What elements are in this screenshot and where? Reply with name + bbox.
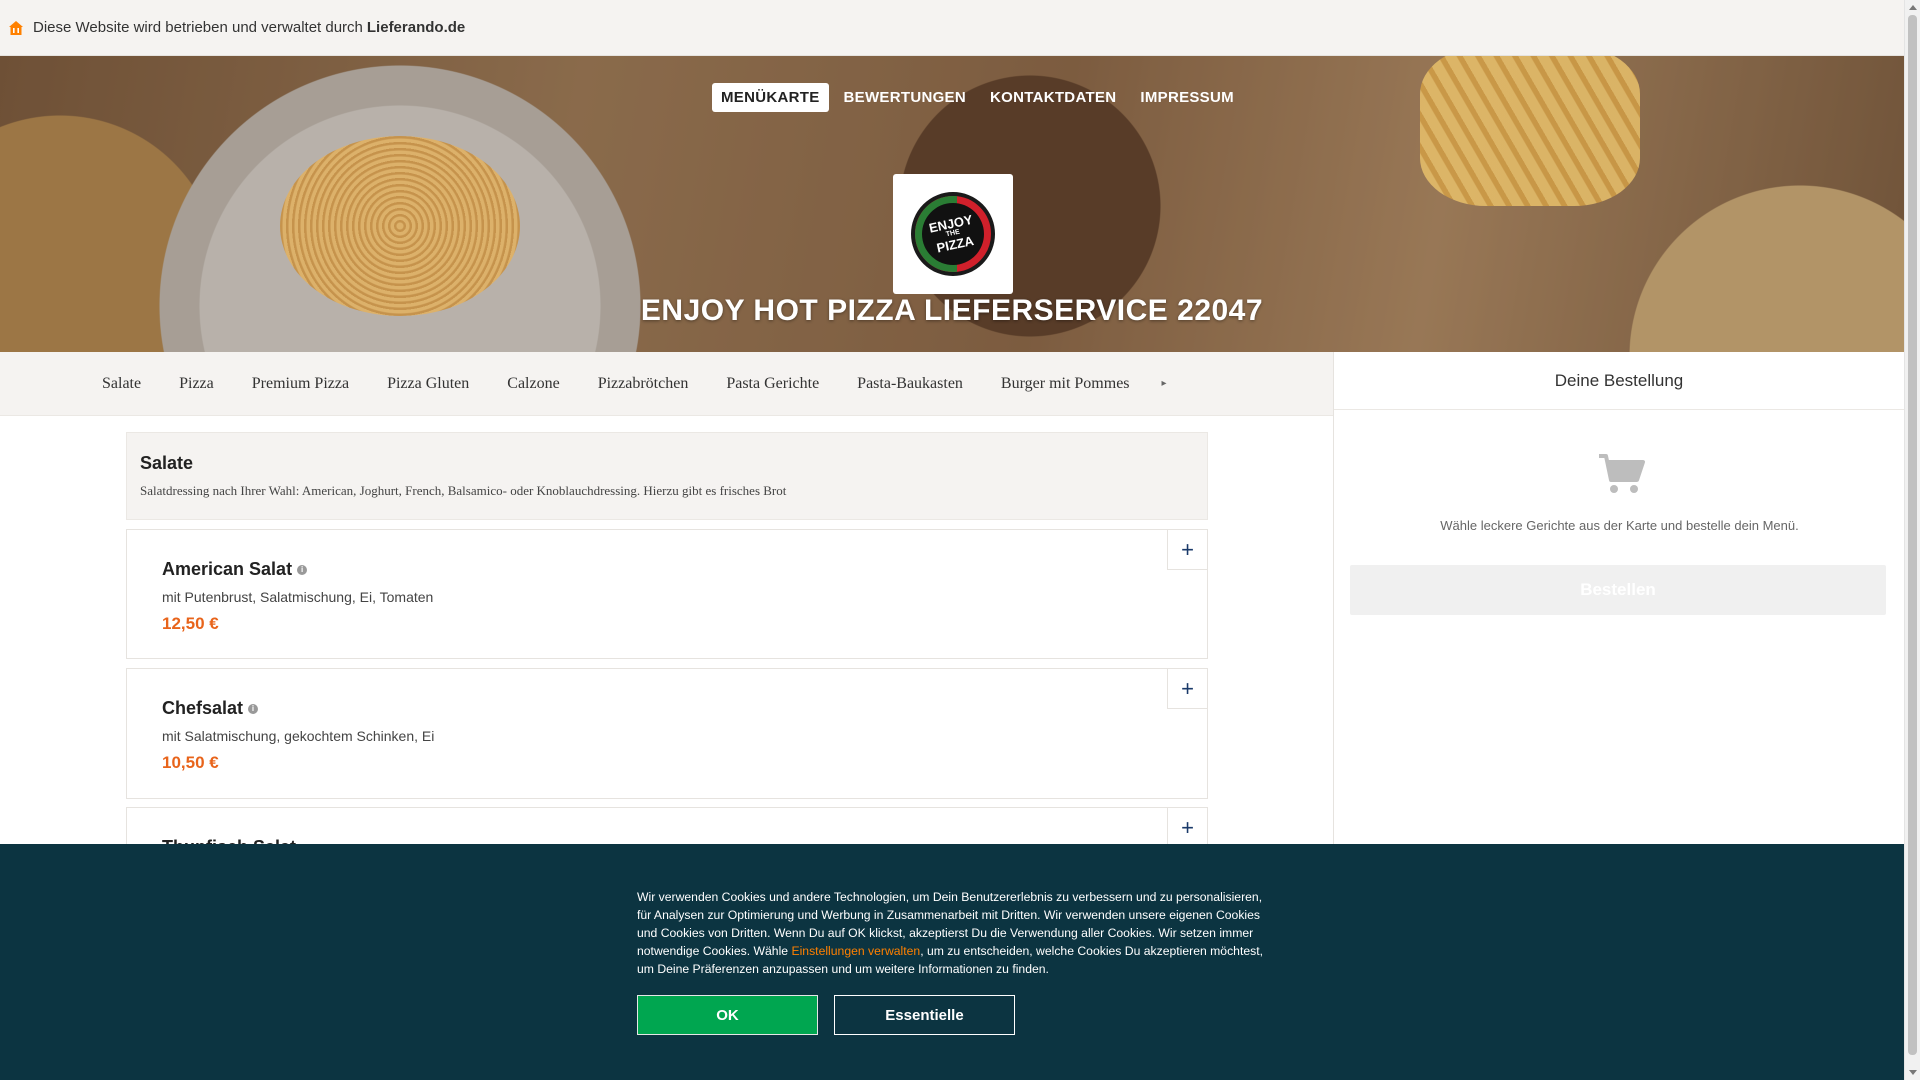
section-description: Salatdressing nach Ihrer Wahl: American,…: [140, 483, 787, 498]
more-categories-icon[interactable]: ▸: [1162, 378, 1167, 389]
main-navigation: MENÜKARTE BEWERTUNGEN KONTAKTDATEN IMPRE…: [712, 83, 1249, 112]
notice-text: Diese Website wird betrieben und verwalt…: [33, 19, 363, 36]
essential-cookies-button[interactable]: Essentielle: [834, 995, 1015, 1035]
nav-kontaktdaten[interactable]: KONTAKTDATEN: [981, 83, 1125, 112]
dish-card[interactable]: American Salat i mit Putenbrust, Salatmi…: [126, 529, 1208, 659]
nav-bewertungen[interactable]: BEWERTUNGEN: [835, 83, 975, 112]
category-pizzabroetchen[interactable]: Pizzabrötchen: [598, 375, 689, 393]
category-calzone[interactable]: Calzone: [507, 375, 559, 393]
dish-card[interactable]: Chefsalat i mit Salatmischung, gekochtem…: [126, 668, 1208, 799]
category-navigation: Salate Pizza Premium Pizza Pizza Gluten …: [0, 352, 1333, 416]
manage-settings-link[interactable]: Einstellungen verwalten: [791, 944, 920, 958]
operator-notice-bar: Diese Website wird betrieben und verwalt…: [0, 0, 1904, 56]
order-empty-message: Wähle leckere Gerichte aus der Karte und…: [1440, 518, 1799, 533]
category-pasta-gerichte[interactable]: Pasta Gerichte: [726, 375, 819, 393]
nav-impressum[interactable]: IMPRESSUM: [1131, 83, 1243, 112]
dish-price: 10,50 €: [162, 753, 219, 772]
order-title: Deine Bestellung: [1334, 352, 1904, 410]
category-premium-pizza[interactable]: Premium Pizza: [252, 375, 349, 393]
scroll-down-icon[interactable]: [1909, 1070, 1917, 1075]
hero-food-image: [1420, 56, 1640, 206]
dish-description: mit Putenbrust, Salatmischung, Ei, Tomat…: [162, 589, 434, 605]
cookie-consent-banner: Wir verwenden Cookies und andere Technol…: [0, 844, 1904, 1080]
info-icon[interactable]: i: [297, 564, 308, 575]
dish-name: American Salat: [162, 559, 293, 579]
scroll-thumb[interactable]: [1908, 15, 1917, 1055]
dish-price: 12,50 €: [162, 614, 219, 633]
checkout-button[interactable]: Bestellen: [1350, 565, 1886, 615]
logo-text-bottom: PIZZA: [935, 232, 976, 256]
category-pizza-gluten[interactable]: Pizza Gluten: [387, 375, 469, 393]
add-to-cart-button[interactable]: +: [1167, 808, 1207, 848]
cookie-consent-text: Wir verwenden Cookies und andere Technol…: [637, 888, 1267, 978]
dish-description: mit Salatmischung, gekochtem Schinken, E…: [162, 728, 435, 744]
restaurant-name: ENJOY HOT PIZZA LIEFERSERVICE 22047: [640, 294, 1264, 327]
notice-brand-link[interactable]: Lieferando.de: [367, 19, 465, 36]
shopping-cart-icon: [1599, 454, 1645, 493]
dish-name: Chefsalat: [162, 698, 244, 718]
category-pizza[interactable]: Pizza: [179, 375, 214, 393]
hero-food-image: [280, 136, 520, 316]
menu-section-header: Salate Salatdressing nach Ihrer Wahl: Am…: [126, 432, 1208, 520]
scroll-up-icon[interactable]: [1909, 5, 1917, 10]
accept-cookies-button[interactable]: OK: [637, 995, 818, 1035]
page-scrollbar[interactable]: [1904, 0, 1920, 1080]
category-burger-mit-pommes[interactable]: Burger mit Pommes: [1001, 375, 1130, 393]
restaurant-logo: ENJOY THE PIZZA: [893, 174, 1013, 294]
section-title: Salate: [140, 453, 194, 473]
add-to-cart-button[interactable]: +: [1167, 530, 1207, 570]
add-to-cart-button[interactable]: +: [1167, 669, 1207, 709]
lieferando-house-icon: [9, 20, 23, 35]
nav-menukarte[interactable]: MENÜKARTE: [712, 83, 829, 112]
info-icon[interactable]: i: [248, 703, 259, 714]
category-pasta-baukasten[interactable]: Pasta-Baukasten: [857, 375, 963, 393]
logo-emblem: ENJOY THE PIZZA: [911, 192, 995, 276]
hero-banner: MENÜKARTE BEWERTUNGEN KONTAKTDATEN IMPRE…: [0, 56, 1904, 352]
category-salate[interactable]: Salate: [102, 375, 141, 393]
